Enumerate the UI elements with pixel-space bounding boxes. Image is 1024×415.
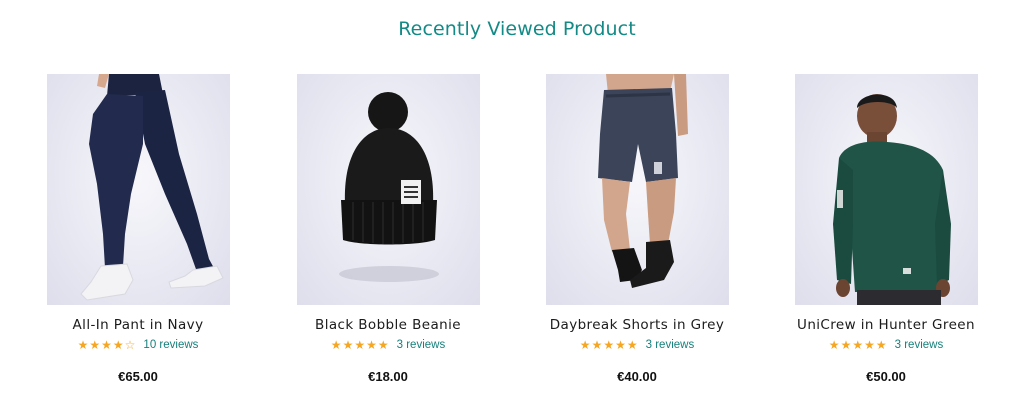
beanie-image — [338, 92, 439, 282]
star-icon: ★ — [626, 338, 638, 352]
star-icon: ★ — [579, 338, 591, 352]
star-icon: ★ — [852, 338, 864, 352]
star-icon: ★ — [591, 338, 603, 352]
reviews-link[interactable]: 3 reviews — [397, 339, 446, 351]
product-name-link[interactable]: All-In Pant in Navy — [13, 317, 263, 333]
star-icon: ★ — [101, 338, 112, 352]
product-card: All-In Pant in Navy ★ ★ ★ ★ ☆ 10 reviews… — [13, 74, 263, 384]
sweatshirt-image — [832, 94, 951, 305]
star-icon: ★ — [864, 338, 875, 352]
star-icon: ★ — [366, 338, 377, 352]
product-image-beanie[interactable] — [296, 74, 480, 305]
product-price: €65.00 — [118, 369, 158, 384]
product-card: Black Bobble Beanie ★ ★ ★ ★ ★ 3 reviews … — [263, 74, 513, 384]
star-icon: ★ — [377, 338, 389, 352]
recently-viewed-section: Recently Viewed Product All-In Pant in N… — [0, 0, 1024, 415]
rating: ★ ★ ★ ★ ☆ 10 reviews — [13, 337, 263, 353]
product-price: €18.00 — [368, 369, 408, 384]
product-image-leggings[interactable] — [46, 74, 230, 305]
shorts-image — [597, 74, 688, 288]
star-icon: ★ — [840, 338, 852, 352]
product-image-sweatshirt[interactable] — [794, 74, 978, 305]
product-card: UniCrew in Hunter Green ★ ★ ★ ★ ★ 3 revi… — [761, 74, 1011, 384]
product-card: Daybreak Shorts in Grey ★ ★ ★ ★ ★ 3 revi… — [512, 74, 762, 384]
star-icon: ★ — [354, 338, 366, 352]
product-price: €40.00 — [617, 369, 657, 384]
reviews-link[interactable]: 3 reviews — [646, 339, 695, 351]
star-rating: ★ ★ ★ ★ ★ — [580, 338, 638, 352]
rating: ★ ★ ★ ★ ★ 3 reviews — [761, 337, 1011, 353]
star-icon: ★ — [330, 338, 342, 352]
section-title: Recently Viewed Product — [398, 18, 636, 40]
star-rating: ★ ★ ★ ★ ★ — [331, 338, 389, 352]
product-image-shorts[interactable] — [545, 74, 729, 305]
rating: ★ ★ ★ ★ ★ 3 reviews — [512, 337, 762, 353]
product-price: €50.00 — [866, 369, 906, 384]
star-icon: ★ — [603, 338, 615, 352]
star-icon: ★ — [875, 338, 887, 352]
star-outline-icon: ☆ — [124, 338, 136, 352]
product-name-link[interactable]: Daybreak Shorts in Grey — [512, 317, 762, 333]
star-icon: ★ — [77, 338, 89, 352]
star-rating: ★ ★ ★ ★ ☆ — [78, 338, 136, 352]
product-name-link[interactable]: UniCrew in Hunter Green — [761, 317, 1011, 333]
leggings-image — [79, 74, 224, 301]
product-grid: All-In Pant in Navy ★ ★ ★ ★ ☆ 10 reviews… — [0, 74, 1024, 394]
star-icon: ★ — [89, 338, 101, 352]
star-icon: ★ — [112, 338, 124, 352]
star-icon: ★ — [615, 338, 626, 352]
star-rating: ★ ★ ★ ★ ★ — [829, 338, 887, 352]
reviews-link[interactable]: 10 reviews — [143, 339, 198, 351]
product-name-link[interactable]: Black Bobble Beanie — [263, 317, 513, 333]
reviews-link[interactable]: 3 reviews — [895, 339, 944, 351]
star-icon: ★ — [828, 338, 840, 352]
star-icon: ★ — [342, 338, 354, 352]
rating: ★ ★ ★ ★ ★ 3 reviews — [263, 337, 513, 353]
